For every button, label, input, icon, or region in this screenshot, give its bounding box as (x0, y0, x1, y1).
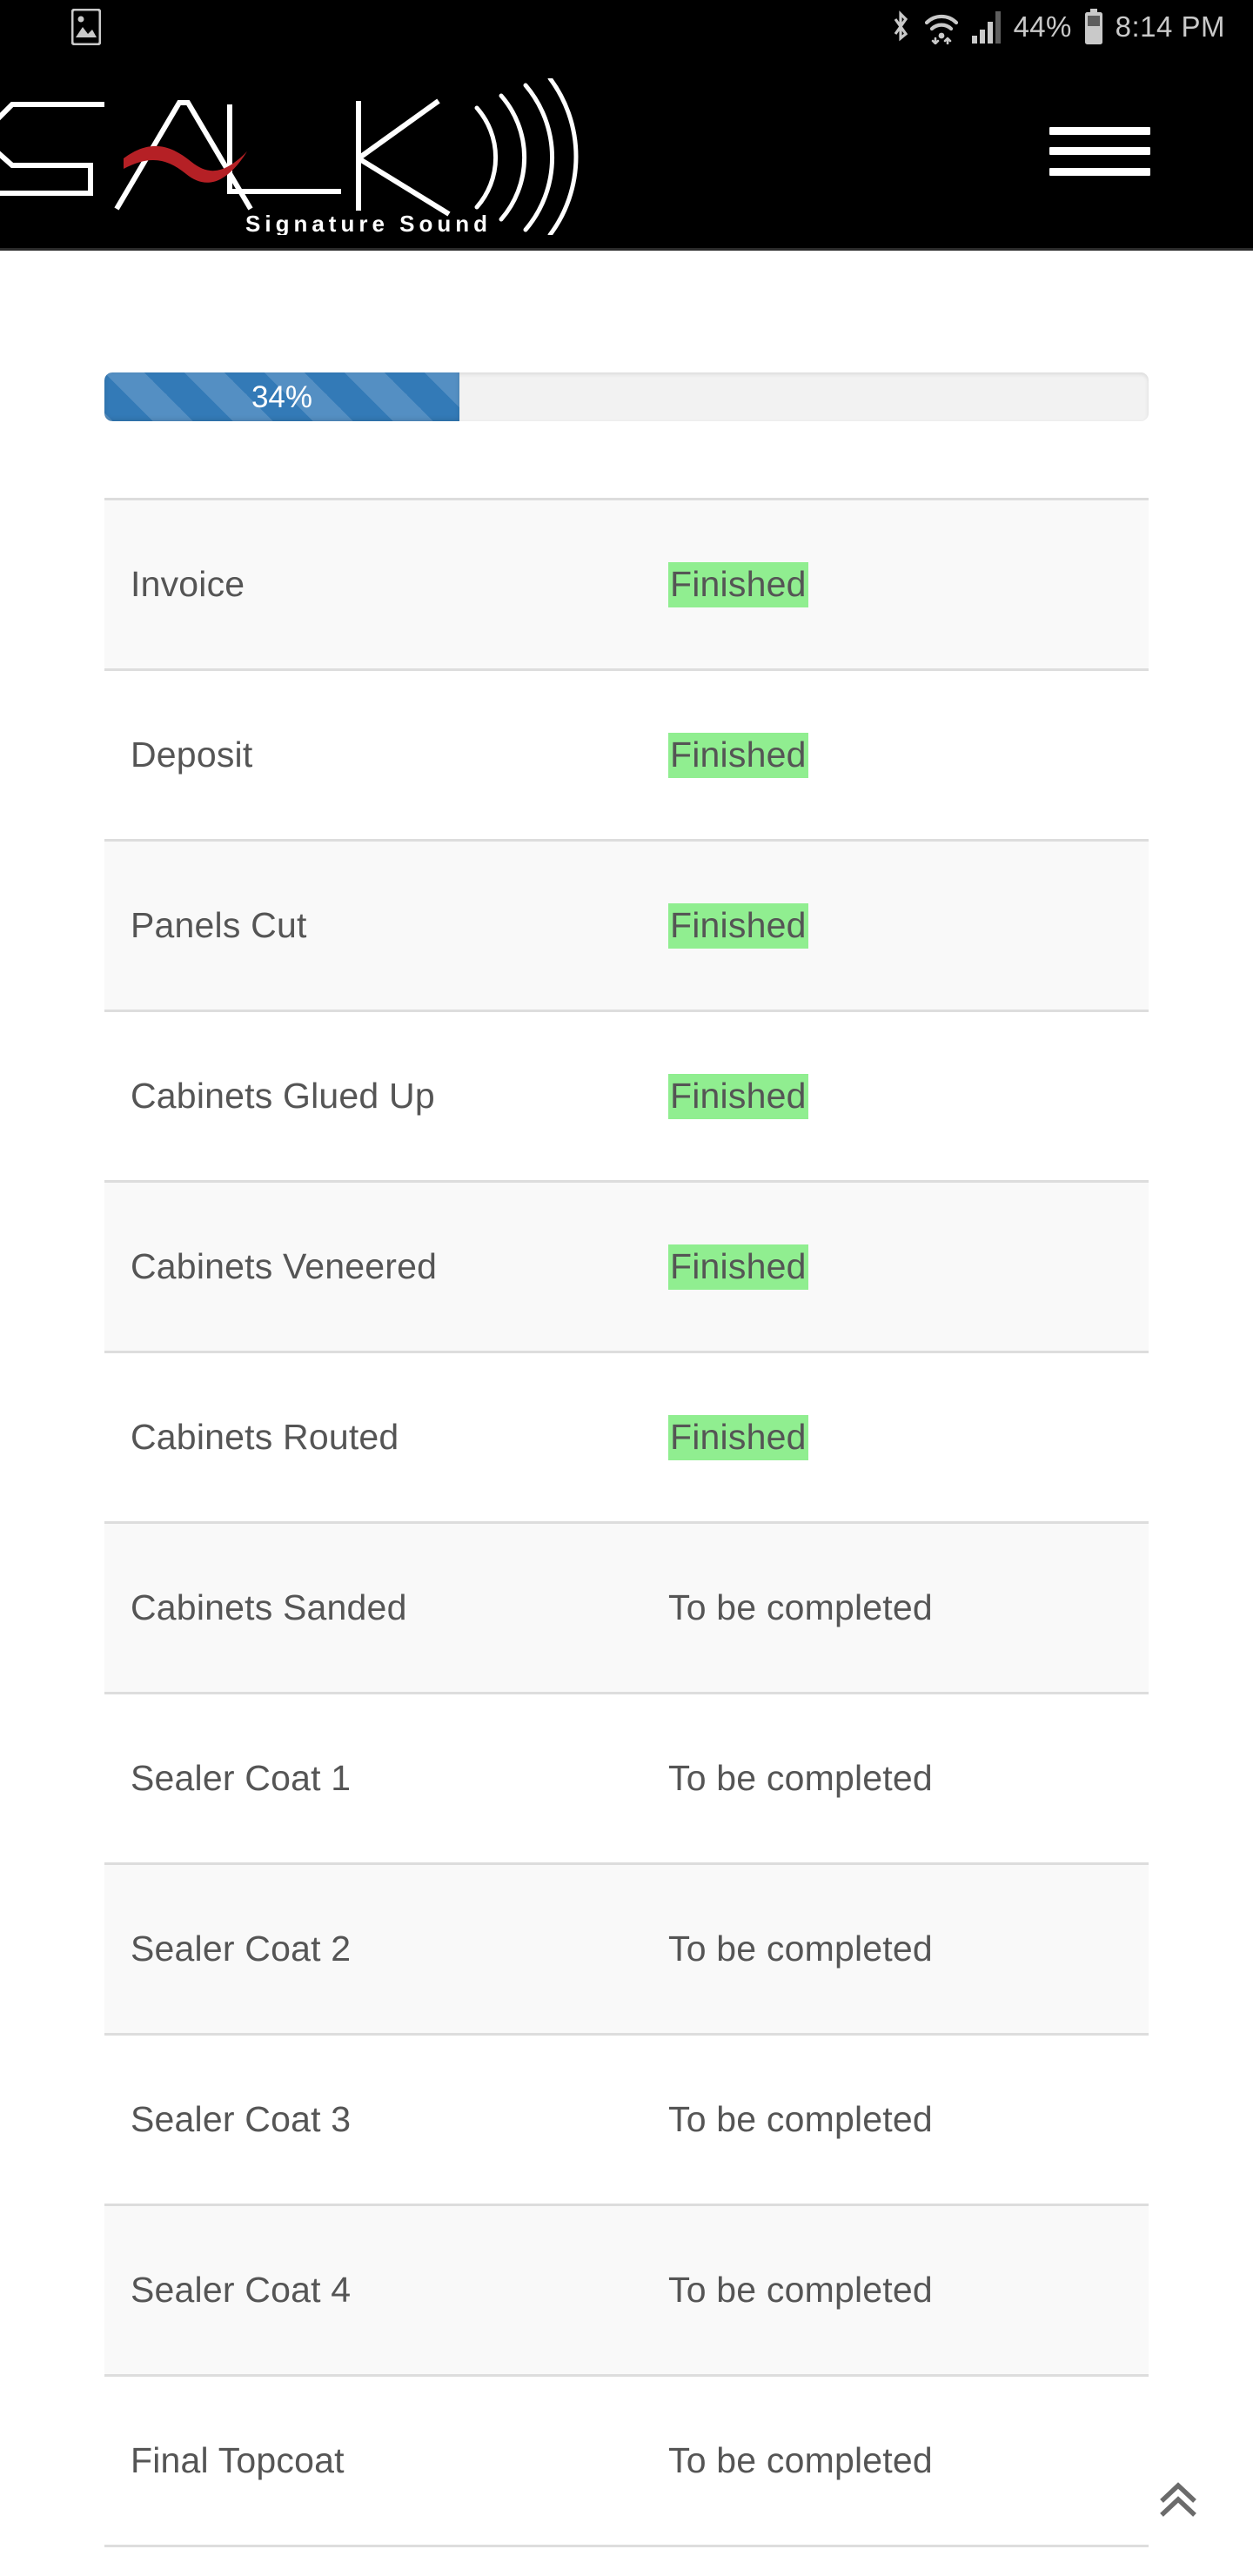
status-bar-right-icons: 44% 8:14 PM (889, 9, 1225, 45)
status-badge-pending: To be completed (668, 2269, 933, 2310)
site-header: .lw { fill:none; stroke:#ffffff; stroke-… (0, 54, 1253, 251)
battery-percent-label: 44% (1013, 10, 1072, 43)
status-badge-finished: Finished (668, 732, 808, 778)
status-bar-left-icons (70, 8, 102, 46)
stage-name-cell: Sealer Coat 1 (104, 1692, 668, 1864)
stage-name-cell: Invoice (104, 498, 668, 670)
brand-logo[interactable]: .lw { fill:none; stroke:#ffffff; stroke-… (0, 78, 602, 235)
stage-name-cell: Panels Cut (104, 839, 668, 1011)
table-row: Cabinets Sanded To be completed (104, 1521, 1149, 1694)
build-stages-table: Invoice Finished Deposit Finished Panels Cut… (104, 498, 1149, 2547)
bluetooth-icon (889, 10, 912, 44)
hamburger-bar-1 (1049, 126, 1150, 135)
photo-icon (70, 8, 102, 46)
stage-status-cell: To be completed (668, 2204, 1149, 2376)
clock-label: 8:14 PM (1115, 10, 1225, 43)
status-badge-finished: Finished (668, 1073, 808, 1119)
status-badge-pending: To be completed (668, 1928, 933, 1969)
table-row: Sealer Coat 4 To be completed (104, 2204, 1149, 2376)
stage-status-cell: Finished (668, 1351, 1149, 1523)
table-row: Invoice Finished (104, 498, 1149, 670)
stage-name-cell: Cabinets Glued Up (104, 1010, 668, 1182)
status-badge-pending: To be completed (668, 1757, 933, 1798)
hamburger-bar-3 (1049, 167, 1150, 176)
stage-name-cell: Sealer Coat 3 (104, 2033, 668, 2205)
table-row: Sealer Coat 3 To be completed (104, 2033, 1149, 2205)
table-row: Cabinets Veneered Finished (104, 1180, 1149, 1352)
table-row: Sealer Coat 1 To be completed (104, 1692, 1149, 1864)
status-badge-pending: To be completed (668, 2439, 933, 2480)
stage-name-cell: Cabinets Sanded (104, 1521, 668, 1694)
stage-status-cell: Finished (668, 1010, 1149, 1182)
stage-name-cell: Sealer Coat 4 (104, 2204, 668, 2376)
table-row: Deposit Finished (104, 668, 1149, 841)
status-badge-pending: To be completed (668, 1587, 933, 1627)
table-row: Sealer Coat 2 To be completed (104, 1862, 1149, 2035)
scroll-to-top-button[interactable] (1154, 2477, 1203, 2526)
android-status-bar: 44% 8:14 PM (0, 0, 1253, 54)
cellular-signal-icon (971, 10, 1002, 44)
stage-status-cell: To be completed (668, 1862, 1149, 2035)
battery-icon (1083, 9, 1104, 45)
build-progress-label: 34% (251, 379, 313, 414)
main-content: 34% Invoice Finished Deposit Finished Panels… (0, 372, 1253, 2547)
hamburger-menu-icon[interactable] (1049, 126, 1150, 176)
hamburger-bar-2 (1049, 147, 1150, 155)
status-badge-finished: Finished (668, 1414, 808, 1460)
status-badge-finished: Finished (668, 1244, 808, 1290)
build-progress-track: 34% (104, 372, 1149, 421)
app-root: 44% 8:14 PM .lw { fill:none; stroke:#fff… (0, 0, 1253, 2576)
stage-name-cell: Sealer Coat 2 (104, 1862, 668, 2035)
wifi-icon (923, 10, 960, 45)
stage-name-cell: Cabinets Veneered (104, 1180, 668, 1352)
double-chevron-up-icon (1160, 2482, 1196, 2517)
stage-status-cell: To be completed (668, 1521, 1149, 1694)
salk-logo-svg: .lw { fill:none; stroke:#ffffff; stroke-… (0, 78, 579, 235)
table-row: Cabinets Routed Finished (104, 1351, 1149, 1523)
table-row: Cabinets Glued Up Finished (104, 1010, 1149, 1182)
stage-status-cell: To be completed (668, 2033, 1149, 2205)
stage-name-cell: Final Topcoat (104, 2374, 668, 2547)
stage-name-cell: Deposit (104, 668, 668, 841)
status-badge-finished: Finished (668, 561, 808, 607)
stage-status-cell: Finished (668, 1180, 1149, 1352)
status-badge-finished: Finished (668, 902, 808, 949)
status-badge-pending: To be completed (668, 2098, 933, 2139)
brand-tagline-text: Signature Sound (245, 211, 492, 235)
stage-name-cell: Cabinets Routed (104, 1351, 668, 1523)
stage-status-cell: Finished (668, 668, 1149, 841)
table-row: Panels Cut Finished (104, 839, 1149, 1011)
stage-status-cell: Finished (668, 498, 1149, 670)
build-stages-table-body: Invoice Finished Deposit Finished Panels Cut… (104, 498, 1149, 2547)
stage-status-cell: To be completed (668, 1692, 1149, 1864)
build-stages-table-wrap: Invoice Finished Deposit Finished Panels Cut… (104, 498, 1149, 2547)
table-row: Final Topcoat To be completed (104, 2374, 1149, 2547)
stage-status-cell: To be completed (668, 2374, 1149, 2547)
build-progress-bar: 34% (104, 372, 459, 421)
stage-status-cell: Finished (668, 839, 1149, 1011)
